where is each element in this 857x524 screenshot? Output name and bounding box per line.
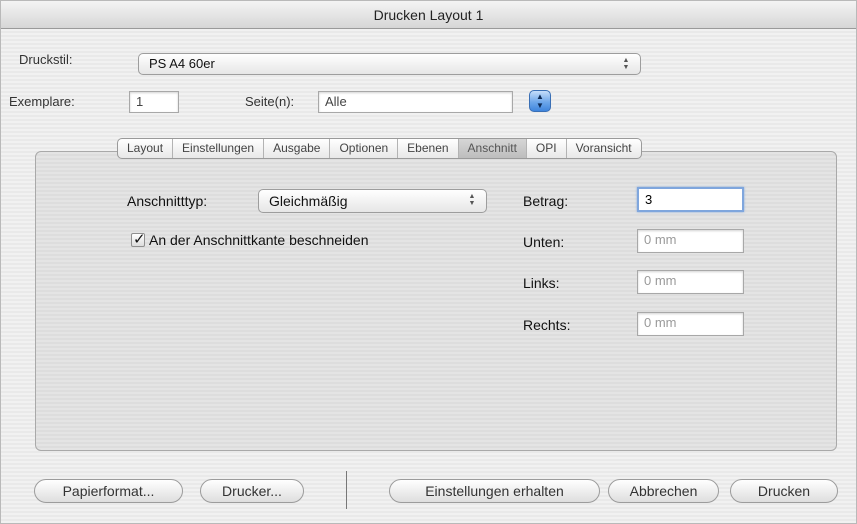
druckstil-popup[interactable]: PS A4 60er ▲ ▼: [138, 53, 641, 75]
tab-ebenen[interactable]: Ebenen: [398, 139, 459, 158]
anschnitttyp-value: Gleichmäßig: [269, 193, 348, 209]
exemplare-label: Exemplare:: [9, 94, 75, 109]
abbrechen-button[interactable]: Abbrechen: [608, 479, 719, 503]
betrag-label: Betrag:: [523, 193, 569, 209]
papierformat-button[interactable]: Papierformat...: [34, 479, 183, 503]
window-title: Drucken Layout 1: [1, 1, 856, 29]
links-label: Links:: [523, 275, 560, 291]
druckstil-value: PS A4 60er: [149, 56, 215, 71]
unten-field[interactable]: 0 mm: [637, 229, 744, 253]
checkbox-box[interactable]: ✓: [131, 231, 146, 248]
tab-bar: Layout Einstellungen Ausgabe Optionen Eb…: [117, 138, 642, 159]
up-down-arrows-icon: ▲ ▼: [536, 92, 544, 110]
links-field[interactable]: 0 mm: [637, 270, 744, 294]
button-divider: [346, 471, 347, 509]
print-dialog-window: Drucken Layout 1 Druckstil: PS A4 60er ▲…: [0, 0, 857, 524]
seiten-menu-button[interactable]: ▲ ▼: [529, 90, 551, 112]
rechts-field[interactable]: 0 mm: [637, 312, 744, 336]
tab-opi[interactable]: OPI: [527, 139, 567, 158]
tab-voransicht[interactable]: Voransicht: [567, 139, 641, 158]
popup-arrows-icon: ▲ ▼: [622, 57, 630, 71]
druckstil-label: Druckstil:: [19, 52, 73, 67]
seiten-field[interactable]: Alle: [318, 91, 513, 113]
tab-ausgabe[interactable]: Ausgabe: [264, 139, 331, 158]
drucken-button[interactable]: Drucken: [730, 479, 838, 503]
checkmark-icon: ✓: [133, 231, 146, 248]
unten-label: Unten:: [523, 234, 565, 250]
seiten-label: Seite(n):: [245, 94, 295, 109]
tab-layout[interactable]: Layout: [118, 139, 174, 158]
clip-checkbox[interactable]: ✓ An der Anschnittkante beschneiden: [131, 231, 369, 248]
tab-optionen[interactable]: Optionen: [330, 139, 399, 158]
clip-checkbox-label: An der Anschnittkante beschneiden: [149, 232, 369, 248]
anschnitttyp-popup[interactable]: Gleichmäßig ▲ ▼: [258, 189, 487, 213]
rechts-label: Rechts:: [523, 317, 571, 333]
tab-anschnitt[interactable]: Anschnitt: [458, 139, 527, 158]
exemplare-field[interactable]: 1: [129, 91, 179, 113]
tab-einstellungen[interactable]: Einstellungen: [173, 139, 265, 158]
drucker-button[interactable]: Drucker...: [200, 479, 304, 503]
anschnitttyp-label: Anschnitttyp:: [127, 193, 208, 209]
einstellungen-erhalten-button[interactable]: Einstellungen erhalten: [389, 479, 600, 503]
betrag-field[interactable]: 3: [637, 187, 744, 212]
popup-arrows-icon: ▲ ▼: [468, 193, 476, 207]
